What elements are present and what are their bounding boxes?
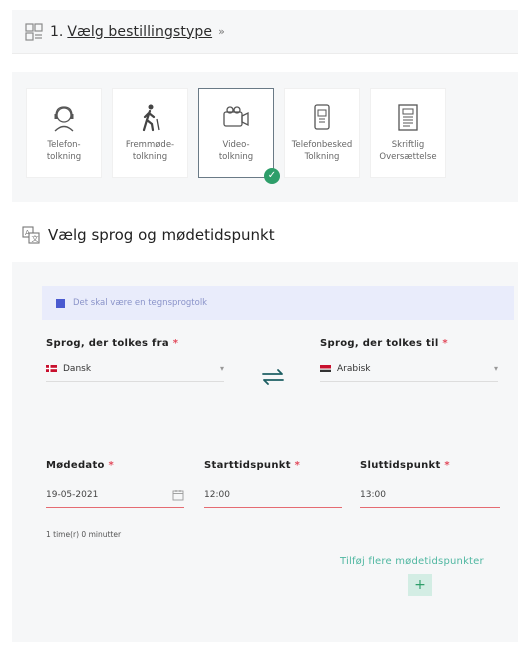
date-input[interactable]: 19-05-2021 (46, 482, 184, 508)
checkbox[interactable] (56, 298, 65, 308)
type-label: Telefonbesked Tolkning (291, 140, 353, 162)
type-card-fremmode[interactable]: Fremmøde- tolkning (112, 88, 188, 178)
caret-down-icon: ▾ (219, 364, 224, 373)
label-text: Starttidspunkt (204, 460, 291, 471)
from-language-select[interactable]: Dansk ▾ (46, 356, 224, 382)
grid-list-icon (25, 22, 43, 41)
required-marker: * (108, 460, 115, 471)
input-value: 12:00 (204, 489, 230, 500)
language-section-header: A 文 Vælg sprog og mødetidspunkt (22, 226, 275, 244)
label-text: Sluttidspunkt (360, 460, 441, 471)
svg-text:文: 文 (32, 234, 39, 243)
video-call-icon (223, 106, 249, 127)
end-time-label: Sluttidspunkt * (360, 460, 450, 471)
label-text: Mødedato (46, 460, 105, 471)
start-time-label: Starttidspunkt * (204, 460, 300, 471)
type-card-skriftlig[interactable]: Skriftlig Oversættelse (370, 88, 446, 178)
input-value: 19-05-2021 (46, 489, 99, 500)
section-title: Vælg sprog og mødetidspunkt (48, 226, 275, 244)
calendar-icon[interactable] (172, 489, 184, 501)
swap-icon[interactable] (260, 368, 286, 386)
walking-person-icon (142, 104, 160, 132)
duration-text: 1 time(r) 0 minutter (46, 530, 122, 539)
headset-person-icon (54, 106, 74, 132)
select-value: Arabisk (337, 363, 371, 374)
type-card-telefonbesked[interactable]: Telefonbesked Tolkning (284, 88, 360, 178)
caret-down-icon: ▾ (493, 364, 498, 373)
denmark-flag-icon (46, 365, 57, 372)
required-marker: * (294, 460, 301, 471)
section-number: 1. (50, 23, 64, 40)
date-label: Mødedato * (46, 460, 114, 471)
type-label: Video- tolkning (218, 140, 254, 162)
label-text: Sprog, der tolkes til (320, 338, 439, 349)
section-title[interactable]: Vælg bestillingstype (67, 24, 212, 40)
type-label: Fremmøde- tolkning (125, 140, 175, 162)
type-card-telefon[interactable]: Telefon- tolkning (26, 88, 102, 178)
svg-text:A: A (25, 229, 30, 237)
type-label: Telefon- tolkning (46, 140, 82, 162)
add-time-button[interactable]: + (408, 574, 432, 596)
checkbox-label: Det skal være en tegnsprogtolk (73, 298, 208, 308)
required-marker: * (172, 338, 179, 349)
check-icon: ✓ (264, 168, 280, 184)
end-time-input[interactable]: 13:00 (360, 482, 500, 508)
to-language-select[interactable]: Arabisk ▾ (320, 356, 498, 382)
sign-language-option[interactable]: Det skal være en tegnsprogtolk (42, 286, 514, 320)
select-value: Dansk (63, 363, 92, 374)
from-language-label: Sprog, der tolkes fra * (46, 338, 178, 349)
to-language-label: Sprog, der tolkes til * (320, 338, 448, 349)
type-label: Skriftlig Oversættelse (379, 140, 437, 162)
phone-message-icon (314, 104, 330, 130)
add-more-times-link[interactable]: Tilføj flere mødetidspunkter (340, 556, 484, 567)
order-type-header[interactable]: 1. Vælg bestillingstype » (12, 10, 518, 54)
required-marker: * (442, 338, 448, 349)
translate-icon: A 文 (22, 226, 40, 244)
start-time-input[interactable]: 12:00 (204, 482, 342, 508)
document-icon (398, 104, 418, 131)
order-type-panel: Telefon- tolkning Fremmøde- tolkning Vid… (12, 72, 518, 202)
required-marker: * (444, 460, 450, 471)
arabic-flag-icon (320, 365, 331, 372)
input-value: 13:00 (360, 489, 386, 500)
chevron-down-icon[interactable]: » (218, 25, 225, 38)
label-text: Sprog, der tolkes fra (46, 338, 169, 349)
type-card-video[interactable]: Video- tolkning ✓ (198, 88, 280, 184)
